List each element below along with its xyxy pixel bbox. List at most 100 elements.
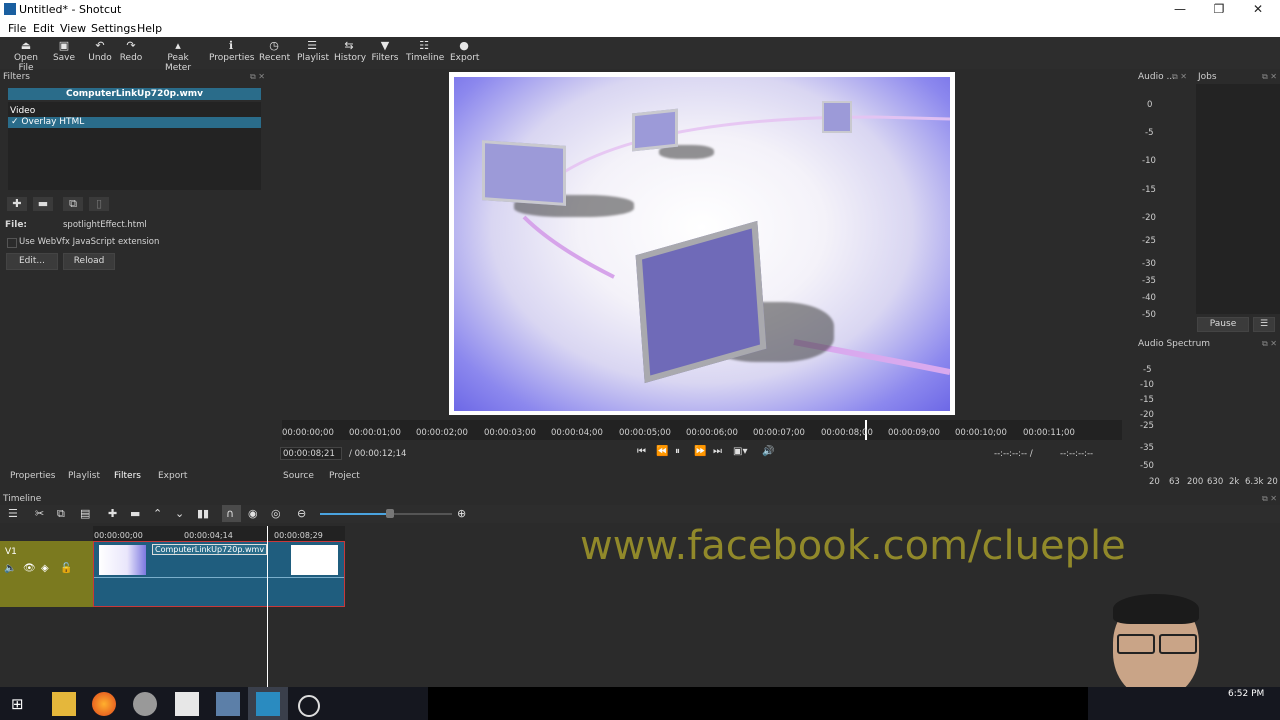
- zoom-slider[interactable]: [320, 509, 452, 518]
- menu-settings[interactable]: Settings: [91, 22, 136, 35]
- timeline-menu-icon[interactable]: ☰: [8, 507, 18, 520]
- panel-float-icon[interactable]: ⧉ ✕: [1172, 72, 1187, 82]
- properties-button[interactable]: ℹ Properties: [209, 39, 254, 63]
- tab-playlist[interactable]: Playlist: [68, 471, 100, 481]
- mute-icon[interactable]: 🔈: [4, 563, 16, 574]
- spectrum-freq: 20: [1149, 477, 1160, 487]
- overwrite-icon[interactable]: ⌄: [175, 507, 184, 520]
- playlist-button[interactable]: ☰ Playlist: [297, 39, 329, 63]
- panel-float-icon[interactable]: ⧉ ✕: [1262, 494, 1277, 504]
- remove-filter-button[interactable]: ▬: [33, 197, 53, 211]
- filter-list[interactable]: [8, 102, 261, 190]
- cut-icon[interactable]: ✂: [35, 507, 44, 520]
- menu-help[interactable]: Help: [137, 22, 162, 35]
- reload-button[interactable]: Reload: [63, 253, 115, 270]
- panel-float-icon[interactable]: ⧉ ✕: [1262, 339, 1277, 349]
- menu-file[interactable]: File: [8, 22, 26, 35]
- panel-float-icon[interactable]: ⧉ ✕: [250, 72, 265, 82]
- copy-filter-icon[interactable]: ⧉: [63, 197, 83, 211]
- video-preview[interactable]: [454, 77, 950, 411]
- jobs-menu-icon[interactable]: ☰: [1253, 317, 1275, 332]
- lift-icon[interactable]: ⌃: [153, 507, 162, 520]
- tab-export[interactable]: Export: [158, 471, 187, 481]
- history-button[interactable]: ⇆ History: [334, 39, 366, 63]
- timeline-clip-label[interactable]: ComputerLinkUp720p.wmv: [152, 544, 268, 555]
- recent-button[interactable]: ◷ Recent: [259, 39, 290, 63]
- app-icon[interactable]: [133, 692, 157, 716]
- file-label: File:: [5, 220, 28, 230]
- paste-icon[interactable]: ▤: [80, 507, 90, 520]
- timeline-playhead[interactable]: [267, 526, 268, 687]
- skip-to-next-icon[interactable]: ⏭: [713, 446, 722, 457]
- notepad-icon[interactable]: [175, 692, 199, 716]
- jobs-list[interactable]: [1196, 84, 1280, 314]
- filter-item-overlay-html[interactable]: ✓ Overlay HTML: [8, 117, 261, 128]
- tab-source[interactable]: Source: [283, 471, 314, 481]
- ripple-delete-icon[interactable]: ▬: [130, 507, 140, 520]
- split-icon[interactable]: ▮▮: [197, 507, 209, 520]
- track-header-v1[interactable]: V1 🔈 👁 ◈ 🔓: [0, 541, 93, 607]
- track-clip-area[interactable]: ComputerLinkUp720p.wmv: [93, 541, 345, 607]
- firefox-icon[interactable]: [92, 692, 116, 716]
- scrub-icon[interactable]: ◉: [248, 507, 258, 520]
- properties-icon: ℹ: [228, 39, 234, 52]
- open-file-button[interactable]: ⏏ Open File: [6, 39, 46, 73]
- fast-forward-icon[interactable]: ⏩: [694, 446, 706, 457]
- pause-jobs-button[interactable]: Pause: [1197, 317, 1249, 332]
- append-icon[interactable]: ✚: [108, 507, 117, 520]
- webvfx-checkbox[interactable]: [7, 238, 17, 248]
- open-file-icon: ⏏: [20, 39, 32, 52]
- minimize-icon[interactable]: —: [1170, 2, 1190, 16]
- out-point-label: --:--:--:--: [1060, 449, 1094, 459]
- panel-float-icon[interactable]: ⧉ ✕: [1262, 72, 1277, 82]
- copy-icon[interactable]: ⧉: [57, 507, 65, 521]
- skip-to-previous-icon[interactable]: ⏮: [637, 446, 646, 457]
- tab-properties[interactable]: Properties: [10, 471, 55, 481]
- restore-icon[interactable]: ❐: [1209, 2, 1229, 16]
- file-explorer-icon[interactable]: [52, 692, 76, 716]
- filters-button[interactable]: ▼ Filters: [371, 39, 399, 63]
- spectrum-freq: 200: [1187, 477, 1204, 487]
- position-timecode-field[interactable]: 00:00:08;21: [280, 447, 342, 460]
- add-filter-button[interactable]: ✚: [7, 197, 27, 211]
- shotcut-taskbar-icon[interactable]: [256, 692, 280, 716]
- spectrum-scale: -35: [1140, 443, 1154, 453]
- tab-project[interactable]: Project: [329, 471, 360, 481]
- rewind-icon[interactable]: ⏪: [656, 446, 668, 457]
- peak-meter-icon: ▴: [175, 39, 181, 52]
- ruler-label: 00:00:06;00: [686, 428, 738, 438]
- lock-icon[interactable]: 🔓: [60, 563, 72, 574]
- windows-start-icon[interactable]: ⊞: [11, 695, 27, 713]
- timeline-ruler-label: 00:00:00;00: [94, 531, 143, 540]
- clip-thumbnail-end: [291, 545, 338, 575]
- composite-icon[interactable]: ◈: [41, 563, 49, 574]
- check-icon[interactable]: ✓: [8, 117, 19, 127]
- tab-filters[interactable]: Filters: [114, 471, 141, 481]
- taskbar-empty-area: [428, 687, 1088, 720]
- save-button[interactable]: ▣ Save: [52, 39, 76, 63]
- playlist-icon: ☰: [307, 39, 317, 52]
- volume-icon[interactable]: 🔊: [762, 446, 774, 457]
- pause-icon[interactable]: ⏸: [675, 446, 680, 457]
- obs-icon[interactable]: [298, 695, 320, 717]
- clip-thumbnail-start: [99, 545, 146, 575]
- export-button[interactable]: ● Export: [450, 39, 479, 63]
- menu-edit[interactable]: Edit: [33, 22, 54, 35]
- menu-view[interactable]: View: [60, 22, 86, 35]
- app-icon[interactable]: [216, 692, 240, 716]
- undo-button[interactable]: ↶ Undo: [88, 39, 112, 63]
- zoom-in-icon[interactable]: ⊕: [457, 507, 466, 520]
- timeline-button[interactable]: ☷ Timeline: [406, 39, 444, 63]
- zoom-out-icon[interactable]: ⊖: [297, 507, 306, 520]
- paste-filter-icon[interactable]: ▯: [89, 197, 109, 211]
- ripple-icon[interactable]: ◎: [271, 507, 281, 520]
- edit-button[interactable]: Edit...: [6, 253, 58, 270]
- hide-icon[interactable]: 👁: [23, 563, 36, 574]
- close-icon[interactable]: ✕: [1248, 2, 1268, 16]
- peak-meter-button[interactable]: ▴ Peak Meter: [155, 39, 201, 73]
- zoom-slider-handle[interactable]: [386, 509, 394, 518]
- spectrum-freq: 630: [1207, 477, 1224, 487]
- ruler-label: 00:00:10;00: [955, 428, 1007, 438]
- zoom-icon[interactable]: ▣▾: [733, 446, 747, 457]
- redo-button[interactable]: ↷ Redo: [119, 39, 143, 63]
